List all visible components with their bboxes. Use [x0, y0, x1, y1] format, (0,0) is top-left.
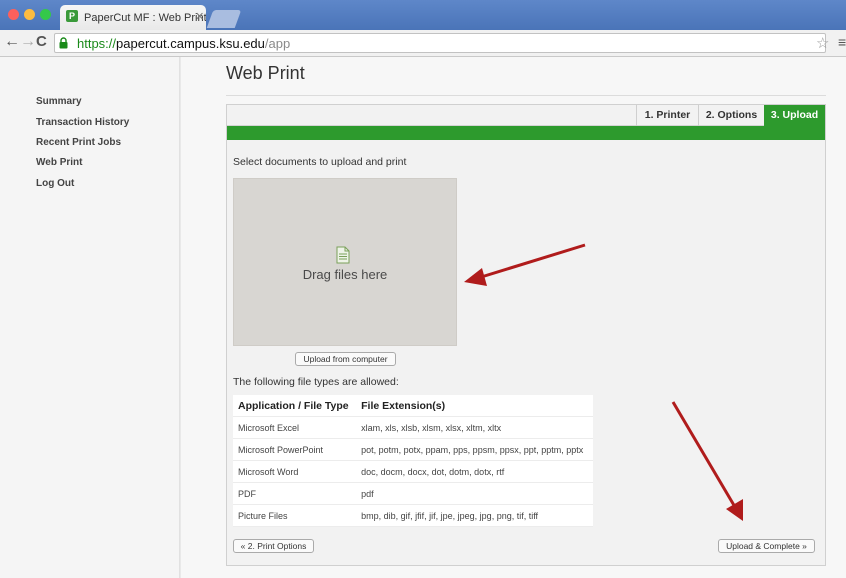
browser-tab[interactable]: PaperCut MF : Web Print [60, 5, 206, 30]
page-title: Web Print [226, 63, 305, 83]
bookmark-star-icon[interactable]: ☆ [816, 34, 829, 52]
sidebar-item-log-out[interactable]: Log Out [36, 178, 74, 189]
back-arrow-icon[interactable]: ← [4, 33, 20, 51]
table-row: Microsoft Word doc, docm, docx, dot, dot… [233, 460, 593, 483]
file-extensions-cell: pot, potm, potx, ppam, pps, ppsm, ppsx, … [356, 438, 593, 461]
sidebar-item-summary[interactable]: Summary [36, 96, 82, 107]
upload-prompt: Select documents to upload and print [233, 156, 407, 168]
file-type-cell: Microsoft PowerPoint [233, 438, 357, 461]
table-row: Picture Files bmp, dib, gif, jfif, jif, … [233, 504, 593, 527]
upload-and-complete-button[interactable]: Upload & Complete » [718, 539, 815, 553]
lock-icon [59, 37, 68, 49]
upload-from-computer-button[interactable]: Upload from computer [295, 352, 396, 366]
file-types-table: Application / File Type File Extension(s… [233, 395, 593, 527]
table-row: Microsoft Excel xlam, xls, xlsb, xlsm, x… [233, 416, 593, 439]
url-bar[interactable]: https://papercut.campus.ksu.edu/app [54, 33, 826, 53]
file-type-cell: Microsoft Word [233, 460, 357, 483]
papercut-favicon-icon: P [66, 10, 78, 22]
file-type-cell: Picture Files [233, 504, 357, 527]
maximize-window-button[interactable] [40, 9, 51, 20]
file-extensions-cell: doc, docm, docx, dot, dotm, dotx, rtf [356, 460, 593, 483]
title-divider [226, 95, 826, 96]
file-extensions-cell: pdf [356, 482, 593, 505]
step-options[interactable]: 2. Options [698, 105, 764, 126]
minimize-window-button[interactable] [24, 9, 35, 20]
table-row: PDF pdf [233, 482, 593, 505]
document-icon [336, 246, 350, 264]
sidebar-item-transaction-history[interactable]: Transaction History [36, 117, 129, 128]
dropzone-text: Drag files here [302, 267, 388, 282]
tab-title: PaperCut MF : Web Print [84, 11, 206, 24]
url-path: /app [264, 35, 291, 51]
allowed-types-label: The following file types are allowed: [233, 376, 399, 388]
url-host: papercut.campus.ksu.edu [116, 35, 265, 51]
table-header-row: Application / File Type File Extension(s… [233, 395, 593, 417]
forward-arrow-icon[interactable]: → [20, 33, 36, 51]
tab-close-icon[interactable]: ✕ [195, 10, 204, 23]
step-upload[interactable]: 3. Upload [764, 105, 825, 126]
table-row: Microsoft PowerPoint pot, potm, potx, pp… [233, 438, 593, 461]
step-printer[interactable]: 1. Printer [636, 105, 698, 126]
sidebar [0, 57, 180, 578]
wizard-progress-bar [227, 126, 825, 140]
file-type-cell: Microsoft Excel [233, 416, 357, 439]
reload-icon[interactable]: C [36, 33, 47, 50]
menu-icon[interactable]: ≡ [838, 34, 846, 50]
back-to-print-options-button[interactable]: « 2. Print Options [233, 539, 314, 553]
file-extensions-cell: xlam, xls, xlsb, xlsm, xlsx, xltm, xltx [356, 416, 593, 439]
close-window-button[interactable] [8, 9, 19, 20]
sidebar-item-recent-print-jobs[interactable]: Recent Print Jobs [36, 137, 121, 148]
column-header: File Extension(s) [356, 395, 593, 417]
url-scheme: https:// [77, 35, 117, 51]
sidebar-item-web-print[interactable]: Web Print [36, 157, 82, 168]
file-type-cell: PDF [233, 482, 357, 505]
file-extensions-cell: bmp, dib, gif, jfif, jif, jpe, jpeg, jpg… [356, 504, 593, 527]
column-header: Application / File Type [233, 395, 357, 417]
